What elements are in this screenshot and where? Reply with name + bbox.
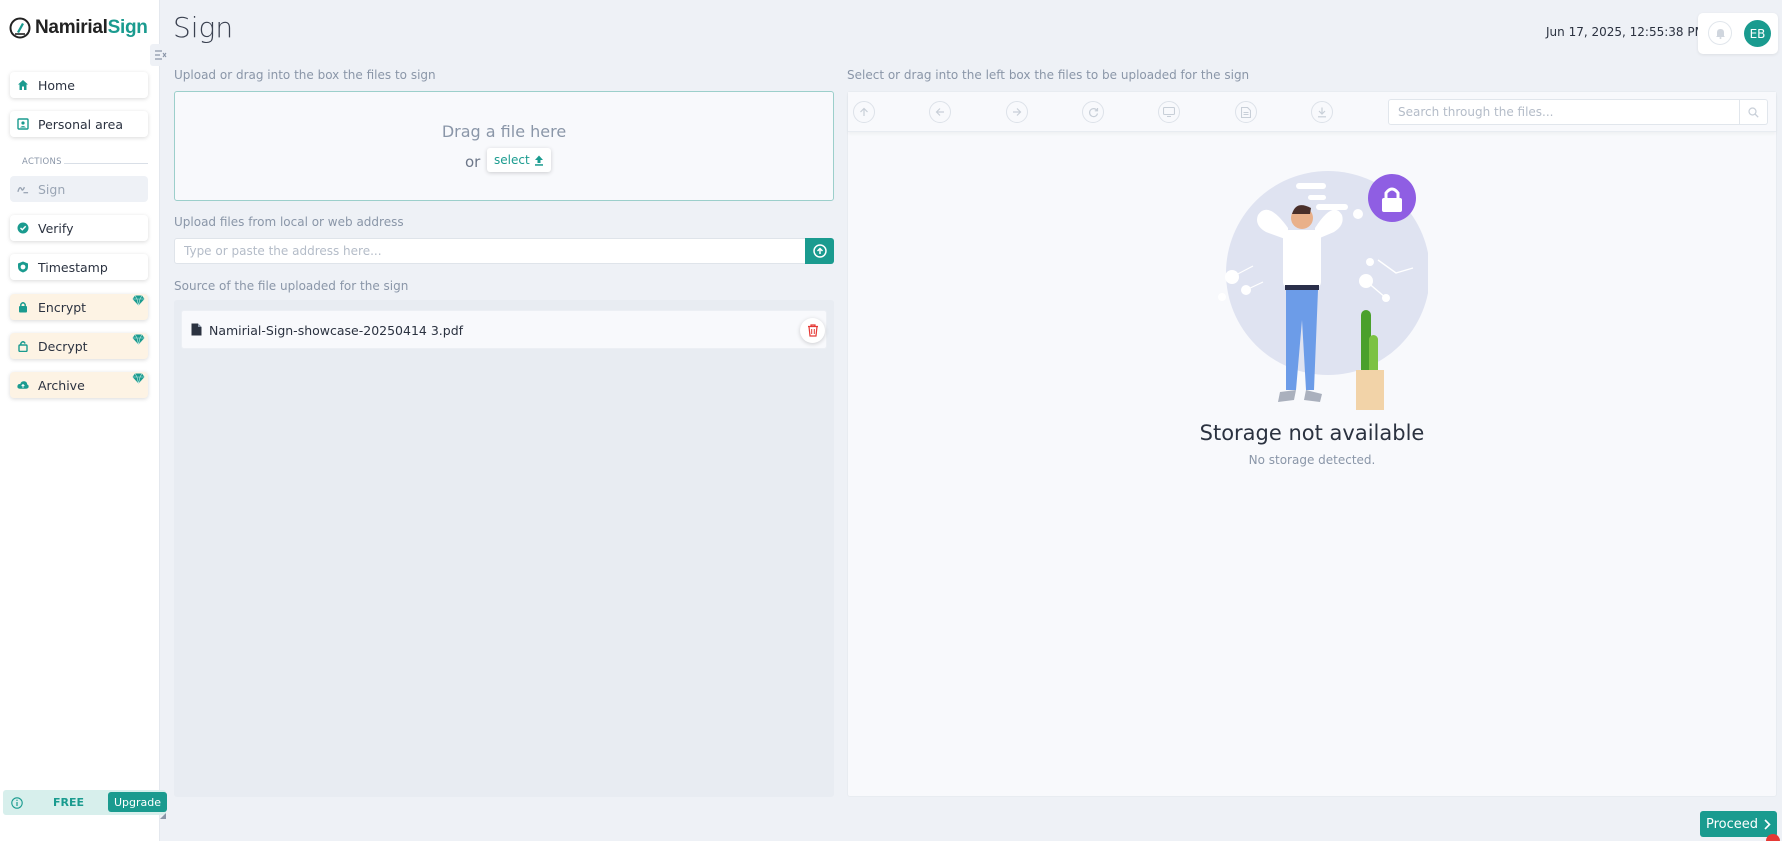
delete-file-button[interactable] [800,318,825,343]
bell-icon [1715,29,1725,39]
sidebar-item-timestamp[interactable]: Timestamp [10,254,148,280]
arrow-up-icon [860,107,868,116]
id-card-icon [17,118,29,130]
uploaded-files-panel: Namirial-Sign-showcase-20250414 3.pdf [174,300,834,797]
verified-badge-icon [17,222,29,234]
sidebar-collapse-button[interactable] [150,44,172,66]
logo-text: NamirialSign [35,17,148,38]
premium-diamond-icon [132,373,145,384]
premium-diamond-icon [132,295,145,306]
file-search-input[interactable] [1388,99,1740,125]
actions-section-label: ACTIONS [22,157,62,167]
section-divider [64,163,148,164]
url-input[interactable] [174,238,806,264]
sidebar-item-label: Timestamp [38,259,108,275]
lock-icon [17,301,29,313]
upload-section-title: Upload or drag into the box the files to… [174,68,436,82]
sidebar-item-label: Encrypt [38,299,87,315]
file-icon [191,323,202,336]
proceed-button[interactable]: Proceed [1700,811,1777,837]
signature-icon [17,183,29,195]
trash-icon [807,324,818,337]
notification-dot [1766,834,1780,841]
premium-diamond-icon [132,334,145,345]
proceed-label: Proceed [1705,816,1759,832]
storage-empty-title: Storage not available [1199,421,1425,445]
file-dropzone[interactable]: Drag a file here or select [174,91,834,201]
home-icon [17,79,29,91]
or-text: or [465,153,481,171]
arrow-left-icon [935,108,944,116]
unlock-icon [17,340,29,352]
storage-browser: Storage not available No storage detecte… [847,91,1777,797]
drag-file-text: Drag a file here [441,122,567,141]
app-logo[interactable]: NamirialSign [9,17,148,39]
sidebar-item-encrypt[interactable]: Encrypt [10,294,148,320]
device-button[interactable] [1158,101,1180,123]
sidebar: NamirialSign Home Personal area ACTIONS … [0,0,168,841]
uploaded-file-name: Namirial-Sign-showcase-20250414 3.pdf [209,323,464,338]
plan-banner: FREE Upgrade [3,790,168,815]
arrow-right-icon [1013,108,1022,116]
url-submit-button[interactable] [805,238,834,264]
resize-corner-icon [160,813,166,819]
go-up-button[interactable] [853,101,875,123]
sidebar-item-sign[interactable]: Sign [10,176,148,202]
arrow-up-circle-icon [812,244,827,258]
current-datetime: Jun 17, 2025, 12:55:38 PM [1546,25,1705,39]
sidebar-item-label: Decrypt [38,338,88,354]
sidebar-item-label: Verify [38,220,74,236]
sidebar-item-archive[interactable]: Archive [10,372,148,398]
upload-icon [534,155,543,166]
storage-empty-subtitle: No storage detected. [1248,453,1376,467]
storage-section-title: Select or drag into the left box the fil… [847,68,1250,82]
document-icon [1241,106,1251,118]
monitor-icon [1163,107,1175,117]
sidebar-item-label: Home [38,77,75,93]
plan-label: FREE [53,796,85,809]
namirial-logo-icon [9,17,31,39]
sidebar-item-label: Personal area [38,116,123,132]
storage-unavailable-illustration [1218,171,1428,410]
sidebar-item-personal-area[interactable]: Personal area [10,111,148,137]
sidebar-item-verify[interactable]: Verify [10,215,148,241]
user-toolbar: EB [1698,13,1778,54]
refresh-icon [1088,107,1098,117]
file-search-button[interactable] [1740,99,1768,125]
shield-clock-icon [17,261,29,273]
source-section-title: Source of the file uploaded for the sign [174,279,409,293]
url-section-title: Upload files from local or web address [174,215,404,229]
uploaded-file-row[interactable]: Namirial-Sign-showcase-20250414 3.pdf [181,310,827,349]
page-title: Sign [173,11,234,44]
sidebar-item-home[interactable]: Home [10,72,148,98]
select-file-button[interactable]: select [487,148,551,172]
forward-button[interactable] [1006,101,1028,123]
notifications-button[interactable] [1708,21,1732,45]
download-button[interactable] [1311,101,1333,123]
download-icon [1318,107,1326,117]
cloud-upload-icon [17,379,29,391]
refresh-button[interactable] [1082,101,1104,123]
info-icon[interactable] [11,797,23,809]
back-button[interactable] [929,101,951,123]
avatar[interactable]: EB [1744,20,1771,47]
search-icon [1748,106,1759,118]
menu-collapse-icon [155,50,167,60]
storage-toolbar [848,92,1776,132]
chevron-right-icon [1764,818,1771,830]
sidebar-item-label: Archive [38,377,85,393]
sidebar-item-decrypt[interactable]: Decrypt [10,333,148,359]
sidebar-item-label: Sign [38,181,66,197]
upgrade-button[interactable]: Upgrade [108,792,168,812]
select-button-label: select [494,153,530,167]
file-info-button[interactable] [1235,101,1257,123]
